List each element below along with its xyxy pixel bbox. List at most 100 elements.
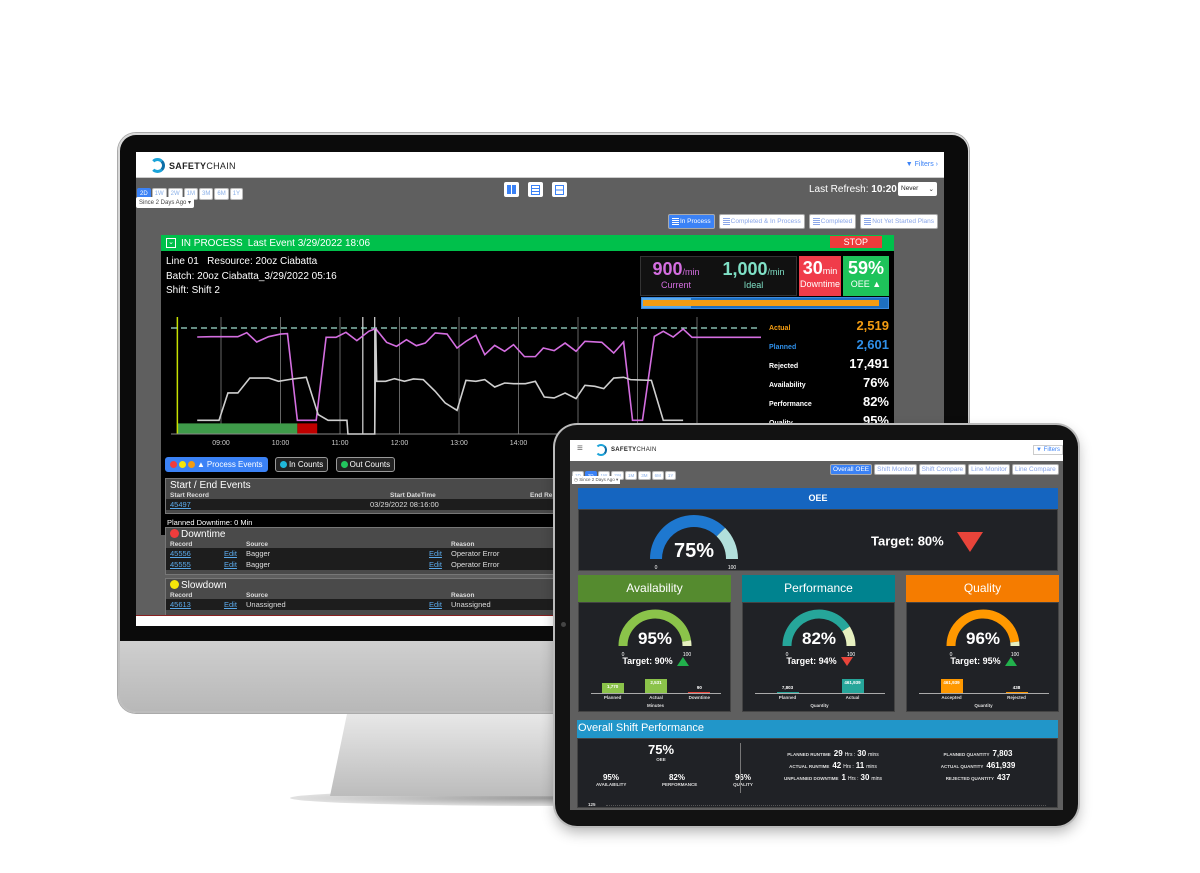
tab-completed-in-process[interactable]: Completed & In Process: [718, 214, 805, 230]
safetychain-logo-icon: [595, 444, 607, 456]
tab-shift-compare[interactable]: Shift Compare: [918, 464, 967, 475]
bar-planned: [776, 692, 799, 693]
target: Target: 95%: [907, 656, 1060, 667]
shift-parts: 95% AVAILABILITY 82% PERFORMANCE 96% QUALITY: [596, 773, 758, 787]
target: Target: 90%: [579, 656, 732, 667]
split-view-icon[interactable]: [552, 182, 567, 197]
oee-target: Target: 80%: [871, 532, 984, 552]
filters-button[interactable]: ▼ Filters: [1033, 445, 1063, 455]
tab-completed[interactable]: Completed: [808, 214, 857, 230]
legend-in-counts[interactable]: In Counts: [274, 457, 329, 472]
bar-label: Rejected: [1007, 695, 1026, 700]
record-link[interactable]: 45556: [170, 549, 224, 558]
time-button-1y[interactable]: 1Y: [664, 471, 677, 480]
edit-source-link[interactable]: Edit: [224, 549, 246, 558]
line-info: Line 01 Resource: 20oz Ciabatta Batch: 2…: [166, 256, 337, 296]
current-rate: 900/min Current: [652, 259, 700, 290]
tablet-header: ≡ SAFETY CHAIN ▼ Filters: [570, 440, 1063, 461]
tab-not-yet-started-plans[interactable]: Not Yet Started Plans: [860, 214, 938, 230]
stop-button[interactable]: STOP: [829, 236, 882, 248]
progress-bar: [641, 297, 889, 309]
x-tick-label: 13:00: [450, 440, 468, 447]
oee-gauge: 75% 0 100: [650, 515, 738, 571]
event-band: [177, 423, 298, 434]
availability-header: Availability: [578, 575, 731, 602]
triangle-up-icon: [1004, 657, 1017, 667]
time-button-3m[interactable]: 3M: [638, 471, 651, 480]
time-button-1y[interactable]: 1Y: [229, 188, 244, 200]
bar-value: 1,770: [607, 684, 619, 690]
shift-quality: 96% QUALITY: [733, 773, 753, 787]
menu-icon[interactable]: ≡: [577, 443, 583, 454]
legend-process-events[interactable]: ▲ Process Events: [165, 457, 268, 472]
runtime-row: ACTUAL RUNTIME 42 Hrs :11 mins: [789, 761, 877, 770]
quantity-row: PLANNED QUANTITY 7,803: [943, 749, 1013, 758]
edit-reason-link[interactable]: Edit: [429, 600, 451, 609]
refresh-select[interactable]: Never ⌄: [898, 182, 937, 196]
record-link[interactable]: 45613: [170, 600, 224, 609]
oee-header: OEE: [578, 488, 1058, 509]
divider: [740, 743, 741, 793]
gauge-value: 95%: [638, 629, 672, 648]
list-view-icon[interactable]: [528, 182, 543, 197]
downtime-dot-icon: [170, 529, 179, 538]
bar-value: 2,531: [650, 680, 662, 685]
gauge-min: 0: [655, 565, 658, 571]
since-dropdown[interactable]: Since 2 Days Ago ▾: [136, 197, 195, 208]
tab-line-compare[interactable]: Line Compare: [1011, 464, 1059, 475]
bar-label: Planned: [603, 695, 622, 700]
x-tick-label: 10:00: [272, 440, 290, 447]
planned-downtime: Planned Downtime: 0 Min: [167, 518, 253, 527]
bar-downtime: [688, 692, 711, 693]
triangle-down-icon: [840, 657, 853, 667]
tab-overall-oee[interactable]: Overall OEE: [830, 464, 873, 475]
quantity-row: REJECTED QUANTITY 437: [945, 773, 1011, 782]
bar-label: Planned: [778, 695, 797, 700]
runtime-row: UNPLANNED DOWNTIME 1 Hrs :30 mins: [784, 773, 882, 782]
edit-source-link[interactable]: Edit: [224, 600, 246, 609]
record-link[interactable]: 45555: [170, 560, 224, 569]
grid-view-icon[interactable]: [504, 182, 519, 197]
bar-value: 90: [696, 685, 702, 690]
legend-out-counts[interactable]: Out Counts: [335, 457, 396, 472]
gauge-value: 75%: [674, 540, 714, 562]
chevron-down-icon: ⌄: [928, 186, 934, 193]
triangle-up-icon: ▲: [872, 279, 882, 289]
performance-card: 82% 0 100 Target: 94% 7,803 Planned 461,939 Act…: [742, 602, 895, 712]
rate-kpis: 900/min Current 1,000/min Ideal: [640, 256, 797, 296]
triangle-down-icon: [957, 532, 984, 552]
stat-performance: Performance 82%: [769, 394, 889, 409]
gauge-value: 82%: [802, 629, 836, 648]
edit-reason-link[interactable]: Edit: [429, 549, 451, 558]
last-refresh: Last Refresh: 10:20: [809, 184, 897, 195]
runtime-row: PLANNED RUNTIME 29 Hrs :30 mins: [787, 749, 879, 758]
edit-reason-link[interactable]: Edit: [429, 560, 451, 569]
chart-legend: ▲ Process Events In Counts Out Counts: [165, 455, 398, 473]
table-header: Record Source Reason: [170, 541, 475, 548]
edit-source-link[interactable]: Edit: [224, 560, 246, 569]
logo: SAFETY CHAIN: [150, 158, 236, 173]
time-button-3m[interactable]: 3M: [199, 188, 214, 200]
plan-list-icon: [722, 218, 730, 225]
shift-chart-gridline: [606, 805, 1046, 806]
collapse-toggle[interactable]: ⌄: [166, 238, 176, 248]
bar-value: 461,939: [943, 680, 960, 685]
since-dropdown[interactable]: ◷ Since 2 Days Ago ▾: [572, 476, 621, 484]
time-button-6m[interactable]: 6M: [214, 188, 229, 200]
tab-shift-monitor[interactable]: Shift Monitor: [874, 464, 917, 475]
clock-icon: ◷: [574, 477, 578, 482]
tablet-camera: [561, 622, 566, 627]
slowdown-dot-icon: [170, 580, 179, 589]
shift-performance: 82% PERFORMANCE: [662, 773, 698, 787]
stat-availability: Availability 76%: [769, 375, 889, 390]
time-button-6m[interactable]: 6M: [651, 471, 664, 480]
performance-gauge: 82%0 100: [782, 609, 856, 658]
tab-in-process[interactable]: In Process: [667, 214, 715, 230]
table-header: Record Source Reason: [170, 592, 475, 599]
time-button-1m[interactable]: 1M: [625, 471, 638, 480]
event-band: [297, 423, 318, 434]
filters-button[interactable]: ▼ Filters ›: [906, 161, 938, 168]
tab-line-monitor[interactable]: Line Monitor: [968, 464, 1010, 475]
bar-axis: [919, 693, 1049, 694]
bar-value: 461,939: [844, 680, 861, 685]
